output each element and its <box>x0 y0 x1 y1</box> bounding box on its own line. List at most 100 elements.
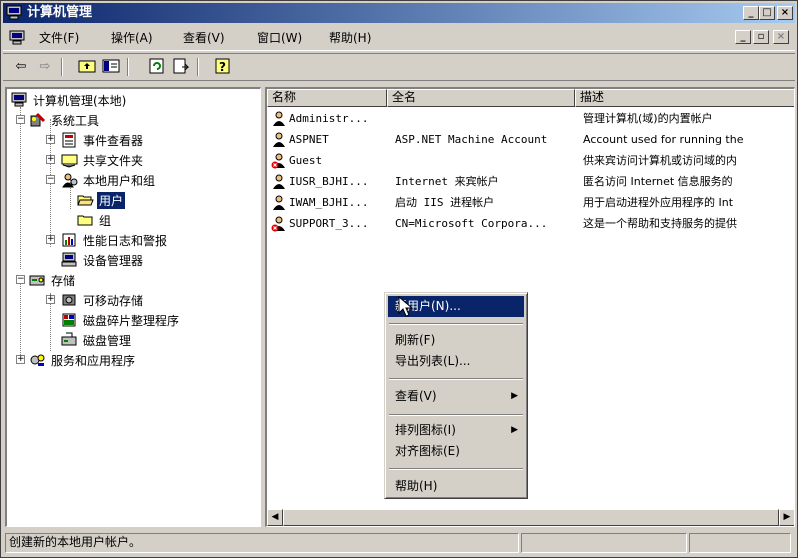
toolbar-separator <box>127 58 129 76</box>
tree-item-perf-logs[interactable]: 性能日志和警报 <box>61 230 169 250</box>
tree-label-system-tools: 系统工具 <box>51 113 100 128</box>
cell-name: IWAM_BJHI... <box>289 196 369 209</box>
disabled-user-icon <box>271 153 285 169</box>
refresh-icon[interactable] <box>147 58 167 76</box>
cell-full-name: Internet 来宾帐户 <box>395 175 499 188</box>
cell-description: 这是一个帮助和支持服务的提供 <box>583 217 737 230</box>
forward-arrow-icon[interactable]: ⇨ <box>35 58 55 76</box>
open-folder-icon <box>77 192 94 208</box>
child-minimize-button[interactable]: _ <box>735 30 751 44</box>
scroll-left-button[interactable]: ◀ <box>267 509 283 526</box>
user-icon <box>273 132 285 147</box>
collapse-toggle[interactable]: − <box>16 115 25 124</box>
title-bar[interactable]: 计算机管理 _ □ × <box>3 3 795 23</box>
computer-management-window: 计算机管理 _ □ × 文件(F) 操作(A) 查看(V) 窗口(W) 帮助(H… <box>0 0 798 558</box>
services-apps-icon <box>29 352 46 368</box>
scroll-right-button[interactable]: ▶ <box>779 509 794 526</box>
mouse-cursor-icon <box>398 296 414 317</box>
cell-description: 管理计算机(域)的内置帐户 <box>583 112 713 125</box>
event-viewer-icon <box>61 132 78 148</box>
column-header-description[interactable]: 描述 <box>575 89 794 107</box>
user-row[interactable]: SUPPORT_3... CN=Microsoft Corpora... 这是一个帮… <box>267 214 794 234</box>
console-tree[interactable]: 计算机管理(本地) − 系统工具 + 事件查看器 + 共享文件夹 − 本地用户和… <box>5 87 261 527</box>
menu-action[interactable]: 操作(A) <box>111 31 153 45</box>
collapse-toggle[interactable]: − <box>46 175 55 184</box>
close-button[interactable]: × <box>777 6 793 20</box>
user-list-view[interactable]: 名称 全名 描述 Administr... 管理计算机(域)的内置帐户 ASPNET… <box>265 87 795 527</box>
user-row[interactable]: Administr... 管理计算机(域)的内置帐户 <box>267 109 794 129</box>
expand-toggle[interactable]: + <box>46 135 55 144</box>
cell-description: 用于启动进程外应用程序的 Int <box>583 196 734 209</box>
tree-item-event-viewer[interactable]: 事件查看器 <box>61 130 145 150</box>
tree-item-users[interactable]: 用户 <box>77 190 126 210</box>
menu-view[interactable]: 查看(V) <box>183 31 225 45</box>
cell-description: 匿名访问 Internet 信息服务的 <box>583 175 733 188</box>
horizontal-scrollbar[interactable]: ◀ ▶ <box>267 509 794 526</box>
computer-management-icon <box>6 5 22 20</box>
context-menu-view[interactable]: 查看(V) ▶ <box>388 386 524 407</box>
expand-toggle[interactable]: + <box>46 155 55 164</box>
context-menu-arrange-icons[interactable]: 排列图标(I) ▶ <box>388 420 524 441</box>
status-text: 创建新的本地用户帐户。 <box>5 533 519 553</box>
tree-label-device-manager: 设备管理器 <box>83 253 144 268</box>
user-row[interactable]: IWAM_BJHI... 启动 IIS 进程帐户 用于启动进程外应用程序的 Int <box>267 193 794 213</box>
show-hide-tree-icon[interactable] <box>101 58 121 76</box>
tree-item-services-apps[interactable]: 服务和应用程序 <box>29 350 137 370</box>
tree-item-removable-storage[interactable]: 可移动存储 <box>61 290 145 310</box>
context-menu-export-list[interactable]: 导出列表(L)... <box>388 351 524 372</box>
expand-toggle[interactable]: + <box>16 355 25 364</box>
defrag-icon <box>61 312 78 328</box>
column-header-name[interactable]: 名称 <box>267 89 387 107</box>
cell-full-name: ASP.NET Machine Account <box>395 133 548 146</box>
context-menu-line-up-icons[interactable]: 对齐图标(E) <box>388 441 524 462</box>
cell-name: Administr... <box>289 112 369 125</box>
help-icon[interactable]: ? <box>213 58 233 76</box>
tree-item-disk-management[interactable]: 磁盘管理 <box>61 330 133 350</box>
tree-item-groups[interactable]: 组 <box>77 210 113 230</box>
user-row[interactable]: IUSR_BJHI... Internet 来宾帐户 匿名访问 Internet 信… <box>267 172 794 192</box>
tree-item-defrag[interactable]: 磁盘碎片整理程序 <box>61 310 181 330</box>
user-row[interactable]: Guest 供来宾访问计算机或访问域的内 <box>267 151 794 171</box>
user-row[interactable]: ASPNET ASP.NET Machine Account Account use… <box>267 130 794 150</box>
menu-file[interactable]: 文件(F) <box>39 31 79 45</box>
menu-help[interactable]: 帮助(H) <box>329 31 371 45</box>
context-menu-arrange-icons-label: 排列图标(I) <box>395 423 456 437</box>
cell-description: 供来宾访问计算机或访问域的内 <box>583 154 737 167</box>
maximize-button[interactable]: □ <box>759 6 775 20</box>
tree-item-root[interactable]: 计算机管理(本地) <box>11 90 128 110</box>
tree-item-device-manager[interactable]: 设备管理器 <box>61 250 145 270</box>
tree-item-shared-folders[interactable]: 共享文件夹 <box>61 150 145 170</box>
menu-window[interactable]: 窗口(W) <box>257 31 302 45</box>
export-list-icon[interactable] <box>171 58 191 76</box>
status-bar: 创建新的本地用户帐户。 <box>3 531 795 555</box>
disabled-user-icon <box>271 216 285 232</box>
column-header-full-name[interactable]: 全名 <box>387 89 575 107</box>
cell-name: SUPPORT_3... <box>289 217 369 230</box>
removable-storage-icon <box>61 292 78 308</box>
performance-logs-icon <box>61 232 78 248</box>
folder-icon <box>77 212 94 228</box>
collapse-toggle[interactable]: − <box>16 275 25 284</box>
context-menu-help[interactable]: 帮助(H) <box>388 476 524 497</box>
up-folder-icon[interactable] <box>77 58 97 76</box>
expand-toggle[interactable]: + <box>46 235 55 244</box>
context-menu-refresh[interactable]: 刷新(F) <box>388 330 524 351</box>
tree-label-event-viewer: 事件查看器 <box>83 133 144 148</box>
toolbar-separator <box>197 58 199 76</box>
computer-icon <box>11 92 28 108</box>
child-close-button[interactable]: × <box>773 30 789 44</box>
back-arrow-icon[interactable]: ⇦ <box>11 58 31 76</box>
disk-management-icon <box>61 332 78 348</box>
minimize-button[interactable]: _ <box>743 6 759 20</box>
status-panel-2 <box>521 533 687 553</box>
tree-label-services-apps: 服务和应用程序 <box>51 353 136 368</box>
child-restore-button[interactable]: ▫ <box>753 30 769 44</box>
expand-toggle[interactable]: + <box>46 295 55 304</box>
toolbar-separator <box>61 58 63 76</box>
tree-item-storage[interactable]: 存储 <box>29 270 77 290</box>
document-window-icon[interactable] <box>9 30 25 45</box>
tree-item-local-users-groups[interactable]: 本地用户和组 <box>61 170 157 190</box>
tree-item-system-tools[interactable]: 系统工具 <box>29 110 101 130</box>
menu-bar: 文件(F) 操作(A) 查看(V) 窗口(W) 帮助(H) _ ▫ × <box>3 25 795 51</box>
scroll-thumb[interactable] <box>283 509 779 526</box>
